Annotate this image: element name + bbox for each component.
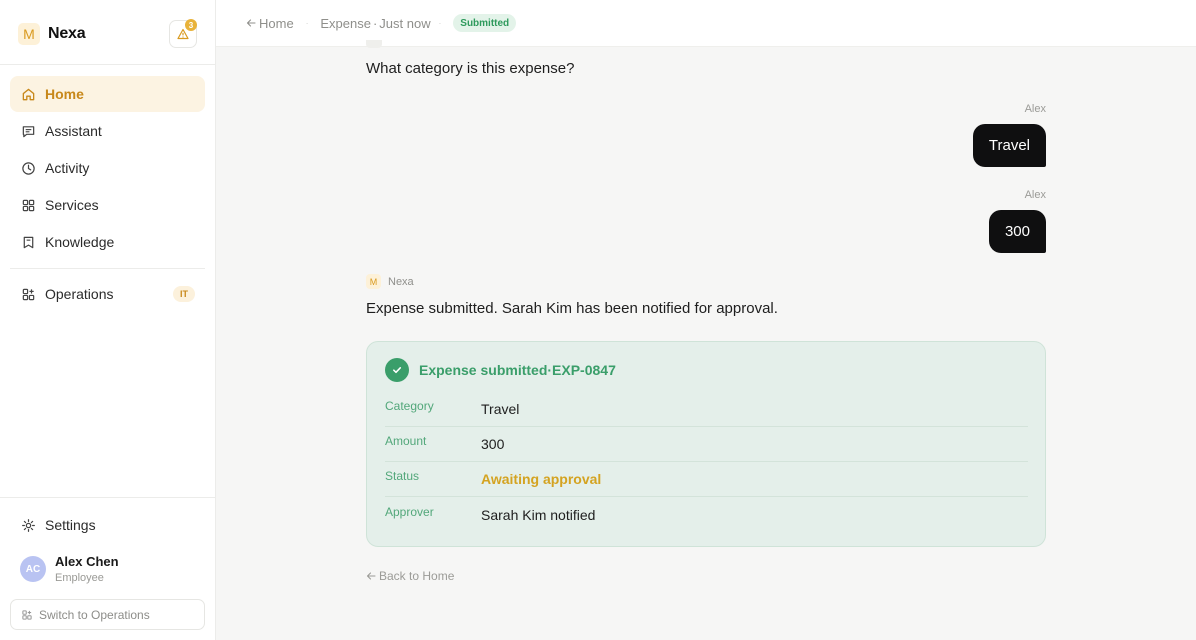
user-profile[interactable]: AC Alex Chen Employee xyxy=(20,554,119,584)
back-to-home-label: Back to Home xyxy=(379,569,455,583)
sidebar-item-operations[interactable]: Operations IT xyxy=(10,276,205,312)
chat-area: What category is this expense? Alex Trav… xyxy=(216,40,1196,640)
top-bar: Home · Expense · Just now · Submitted xyxy=(216,0,1196,47)
divider xyxy=(0,64,215,65)
detail-value: Sarah Kim notified xyxy=(481,506,596,523)
detail-row: Approver Sarah Kim notified xyxy=(385,497,1028,532)
clock-icon xyxy=(20,160,36,176)
sidebar-item-label: Settings xyxy=(45,517,96,533)
sidebar-item-label: Knowledge xyxy=(45,234,115,250)
breadcrumb-home: Home xyxy=(259,15,294,31)
alerts-button[interactable]: 3 xyxy=(169,19,197,48)
arrow-left-icon xyxy=(246,19,256,27)
switch-label: Switch to Operations xyxy=(39,607,150,622)
sidebar-item-label: Home xyxy=(45,86,84,102)
sidebar-item-label: Operations xyxy=(45,286,114,302)
breadcrumb-separator: · xyxy=(438,18,442,28)
card-header: Expense submitted·EXP-0847 xyxy=(385,358,616,382)
gear-icon xyxy=(20,517,36,533)
bot-header: M Nexa xyxy=(366,274,414,289)
detail-value: Awaiting approval xyxy=(481,471,602,487)
bot-message: What category is this expense? xyxy=(366,60,575,77)
avatar: AC xyxy=(20,556,46,582)
sidebar-item-services[interactable]: Services xyxy=(10,187,205,223)
switch-to-operations-button[interactable]: Switch to Operations xyxy=(10,599,205,630)
status-badge: Submitted xyxy=(453,14,517,32)
breadcrumb-dot: · xyxy=(372,15,378,31)
chat-icon xyxy=(20,123,36,139)
user-role: Employee xyxy=(55,572,104,584)
detail-label: Status xyxy=(385,469,420,483)
sidebar-item-label: Activity xyxy=(45,160,90,176)
back-home-link[interactable]: Home xyxy=(246,16,294,31)
check-icon xyxy=(385,358,409,382)
brand[interactable]: M Nexa xyxy=(18,22,86,46)
user-message-bubble: Travel xyxy=(972,124,1046,167)
brand-name: Nexa xyxy=(48,25,86,42)
sidebar: M Nexa 3 Home Assistant Activity Service… xyxy=(0,0,216,640)
detail-label: Amount xyxy=(385,434,427,448)
message-sender: Alex xyxy=(1024,103,1046,115)
detail-value: Travel xyxy=(481,401,520,417)
breadcrumb-title: Expense xyxy=(320,15,371,31)
operations-tag: IT xyxy=(173,286,195,302)
sidebar-item-assistant[interactable]: Assistant xyxy=(10,113,205,149)
operations-icon xyxy=(21,609,33,621)
alert-count-badge: 3 xyxy=(185,19,197,31)
divider xyxy=(0,497,215,498)
bot-logo: M xyxy=(366,274,381,289)
sidebar-item-label: Assistant xyxy=(45,123,102,139)
sidebar-item-label: Services xyxy=(45,197,99,213)
grid-icon xyxy=(20,197,36,213)
sidebar-item-activity[interactable]: Activity xyxy=(10,150,205,186)
back-to-home-link[interactable]: Back to Home xyxy=(366,569,454,583)
divider xyxy=(10,268,205,269)
detail-row: Category Travel xyxy=(385,392,1028,427)
home-icon xyxy=(20,86,36,102)
bot-message: Expense submitted. Sarah Kim has been no… xyxy=(366,300,778,317)
card-title: Expense submitted·EXP-0847 xyxy=(419,362,616,378)
operations-icon xyxy=(20,286,36,302)
user-name: Alex Chen xyxy=(55,554,119,569)
sidebar-item-knowledge[interactable]: Knowledge xyxy=(10,224,205,260)
arrow-left-icon xyxy=(366,572,376,580)
message-sender: Alex xyxy=(1024,189,1046,201)
sidebar-item-home[interactable]: Home xyxy=(10,76,205,112)
detail-label: Category xyxy=(385,399,434,413)
bot-name: Nexa xyxy=(388,275,414,288)
breadcrumb-time: Just now xyxy=(379,15,431,31)
brand-logo: M xyxy=(18,23,40,45)
detail-row: Amount 300 xyxy=(385,427,1028,462)
detail-label: Approver xyxy=(385,504,434,519)
detail-row: Status Awaiting approval xyxy=(385,462,1028,497)
avatar xyxy=(366,40,382,48)
sidebar-item-settings[interactable]: Settings xyxy=(10,507,205,543)
user-message-bubble: 300 xyxy=(988,210,1046,253)
expense-confirmation-card: Expense submitted·EXP-0847 Category Trav… xyxy=(366,341,1046,547)
breadcrumb-separator: · xyxy=(305,18,309,28)
expense-id: EXP-0847 xyxy=(552,362,616,378)
detail-value: 300 xyxy=(481,436,505,452)
bookmark-icon xyxy=(20,234,36,250)
